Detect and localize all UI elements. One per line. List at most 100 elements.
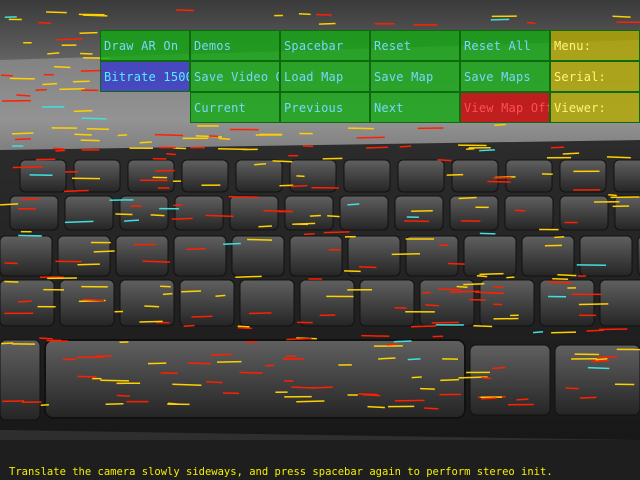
- feature-track: [318, 22, 336, 25]
- feature-track: [578, 303, 609, 306]
- keyboard-key: [405, 235, 459, 277]
- feature-track: [479, 149, 495, 152]
- feature-track: [47, 52, 60, 55]
- feature-track: [46, 11, 67, 14]
- menu-button-next[interactable]: Next: [370, 92, 460, 123]
- keyboard-key: [64, 195, 114, 231]
- keyboard-key: [284, 195, 334, 231]
- feature-track: [516, 398, 529, 401]
- feature-track: [247, 238, 273, 241]
- feature-track: [514, 209, 526, 212]
- feature-track: [100, 379, 129, 382]
- menu-button-serial[interactable]: Serial:: [550, 61, 640, 92]
- feature-track: [378, 357, 396, 360]
- menu-button-viewer[interactable]: Viewer:: [550, 92, 640, 123]
- feature-track: [80, 52, 93, 55]
- keyboard-key: [449, 195, 499, 231]
- feature-track: [215, 294, 226, 297]
- feature-track: [425, 304, 440, 307]
- feature-track: [598, 328, 628, 331]
- menu-button-save-map[interactable]: Save Map: [370, 61, 460, 92]
- feature-track: [239, 371, 263, 374]
- feature-track: [4, 262, 18, 265]
- feature-track: [79, 31, 98, 35]
- menu-button-previous[interactable]: Previous: [280, 92, 370, 123]
- feature-track: [526, 21, 536, 25]
- keyboard-key: [174, 195, 224, 231]
- feature-track: [476, 274, 488, 278]
- feature-track: [166, 153, 176, 156]
- keyboard-key: [0, 235, 53, 277]
- feature-track: [323, 231, 350, 234]
- menu-button-view-map-off[interactable]: View Map Off: [460, 92, 550, 123]
- feature-track: [393, 340, 412, 343]
- menu-button-bitrate-15000[interactable]: Bitrate 15000: [100, 61, 190, 92]
- menu-button-demos[interactable]: Demos: [190, 30, 280, 61]
- feature-track: [63, 189, 89, 193]
- feature-track: [249, 312, 272, 315]
- feature-track: [144, 305, 160, 308]
- feature-track: [42, 82, 58, 86]
- feature-track: [473, 325, 493, 328]
- keyboard-key: [339, 195, 389, 231]
- feature-track: [595, 357, 608, 361]
- feature-track: [506, 276, 515, 279]
- menu-button-menu[interactable]: Menu:: [550, 30, 640, 61]
- feature-track: [115, 213, 133, 216]
- feature-track: [55, 149, 66, 152]
- feature-track: [579, 396, 597, 399]
- feature-track: [596, 356, 618, 359]
- feature-track: [591, 359, 610, 363]
- feature-track: [237, 325, 250, 328]
- feature-track: [38, 21, 52, 25]
- feature-track: [296, 175, 305, 178]
- feature-track: [420, 387, 435, 390]
- feature-track: [139, 320, 163, 323]
- keyboard-key: [359, 279, 415, 327]
- menu-button-draw-ar-on[interactable]: Draw AR On: [100, 30, 190, 61]
- keyboard-key: [0, 339, 41, 421]
- feature-track: [237, 326, 252, 330]
- keyboard-key: [463, 235, 517, 277]
- feature-track: [557, 274, 577, 277]
- feature-track: [205, 214, 234, 218]
- feature-track: [9, 77, 35, 80]
- feature-track: [367, 405, 385, 409]
- menu-button-spacebar[interactable]: Spacebar: [280, 30, 370, 61]
- menu-button-load-map[interactable]: Load Map: [280, 61, 370, 92]
- feature-track: [606, 156, 631, 159]
- feature-track: [77, 263, 100, 266]
- feature-track: [191, 315, 213, 318]
- feature-track: [181, 290, 202, 293]
- menu-button-reset[interactable]: Reset: [370, 30, 460, 61]
- feature-track: [424, 407, 439, 410]
- menu-button-save-maps[interactable]: Save Maps: [460, 61, 550, 92]
- keyboard-key: [539, 279, 595, 327]
- feature-track: [83, 298, 105, 302]
- feature-track: [410, 325, 437, 328]
- keyboard-key: [504, 195, 554, 231]
- feature-track: [550, 146, 565, 149]
- keyboard-key: [173, 235, 227, 277]
- keyboard-key: [239, 279, 295, 327]
- feature-track: [532, 330, 544, 334]
- menu-button-reset-all[interactable]: Reset All: [460, 30, 550, 61]
- feature-track: [39, 337, 53, 340]
- feature-track: [554, 235, 565, 239]
- feature-track: [139, 141, 152, 144]
- feature-track: [4, 280, 19, 283]
- menu-button-current[interactable]: Current: [190, 92, 280, 123]
- feature-track: [20, 197, 39, 201]
- feature-track: [183, 324, 195, 327]
- feature-track: [391, 252, 421, 256]
- menu-empty-cell: [100, 92, 190, 123]
- feature-track: [74, 133, 92, 136]
- menu-button-save-video-on[interactable]: Save Video On: [190, 61, 280, 92]
- feature-track: [456, 285, 468, 288]
- feature-track: [1, 342, 14, 345]
- feature-track: [562, 152, 580, 155]
- feature-track: [117, 134, 128, 137]
- keyboard-key: [559, 195, 609, 231]
- feature-track: [411, 376, 422, 379]
- feature-track: [327, 214, 340, 218]
